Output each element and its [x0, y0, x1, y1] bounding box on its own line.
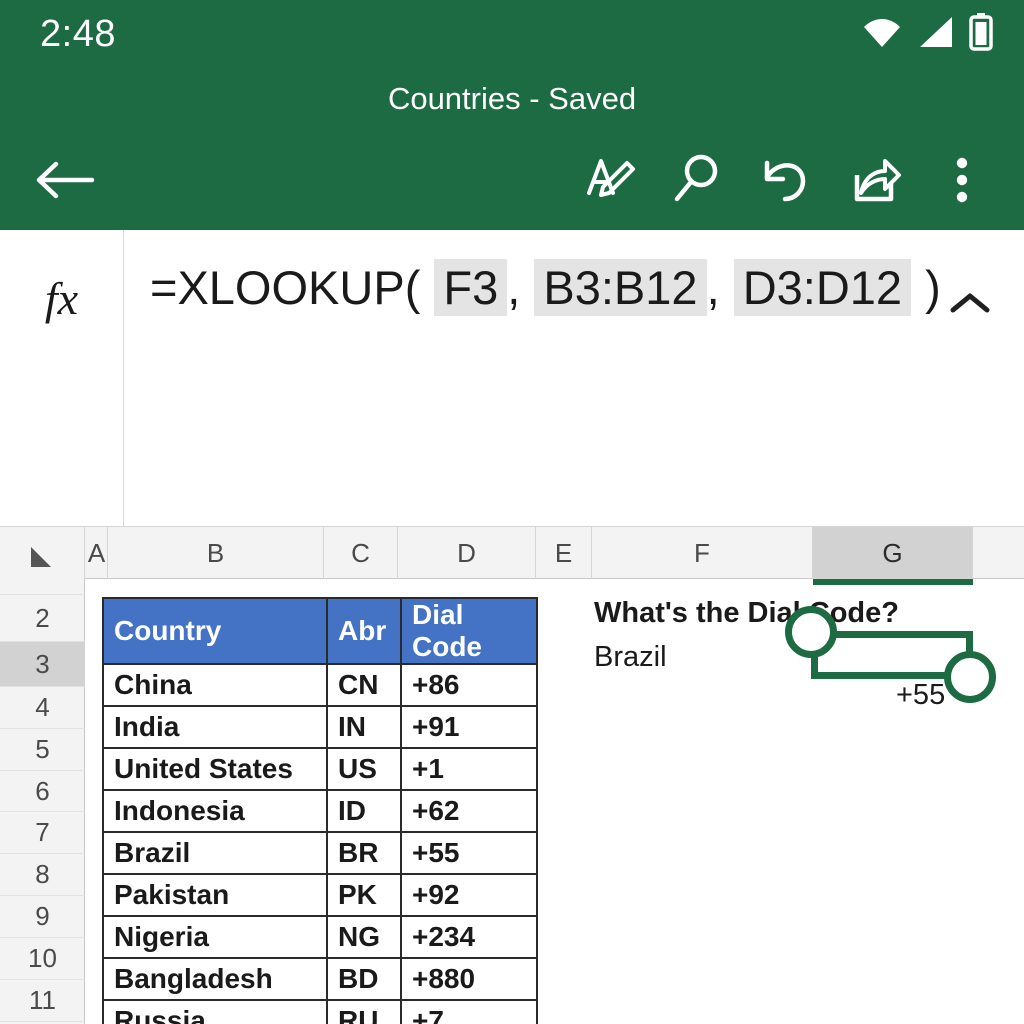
lookup-result-cell[interactable]: +55: [896, 679, 945, 712]
table-row[interactable]: Pakistan PK +92: [102, 873, 538, 917]
row-header-5[interactable]: 5: [0, 729, 85, 771]
column-header-a[interactable]: A: [86, 527, 108, 579]
overflow-menu-icon[interactable]: [918, 149, 1006, 211]
cell-abr[interactable]: RU: [326, 999, 402, 1024]
formula-segment-comma-1: ,: [507, 261, 521, 314]
cell-signal-icon: [916, 15, 954, 54]
share-icon[interactable]: [830, 149, 918, 211]
row-header-8[interactable]: 8: [0, 854, 85, 896]
cell-abr[interactable]: ID: [326, 789, 402, 833]
cell-country[interactable]: India: [102, 705, 328, 749]
row-header-2[interactable]: 2: [0, 595, 85, 642]
cell-dial[interactable]: +86: [400, 663, 538, 707]
status-icons: [862, 12, 994, 56]
wifi-icon: [862, 15, 902, 54]
table-row[interactable]: United States US +1: [102, 747, 538, 791]
chevron-up-icon[interactable]: [944, 278, 996, 330]
table-header-dial-code[interactable]: Dial Code: [400, 597, 538, 665]
table-row[interactable]: Bangladesh BD +880: [102, 957, 538, 1001]
cell-dial[interactable]: +92: [400, 873, 538, 917]
app-toolbar: [0, 130, 1024, 230]
table-header-country[interactable]: Country: [102, 597, 328, 665]
table-header-abr[interactable]: Abr: [326, 597, 402, 665]
cell-abr[interactable]: NG: [326, 915, 402, 959]
formula-token-return-array[interactable]: D3:D12: [733, 259, 912, 316]
cell-abr[interactable]: BR: [326, 831, 402, 875]
cell-dial[interactable]: +91: [400, 705, 538, 749]
cell-abr[interactable]: PK: [326, 873, 402, 917]
fx-symbol: fx: [0, 230, 124, 527]
cell-country[interactable]: Indonesia: [102, 789, 328, 833]
countries-table: Country Abr Dial Code China CN +86 India…: [102, 597, 538, 1024]
cell-dial[interactable]: +55: [400, 831, 538, 875]
cell-dial[interactable]: +234: [400, 915, 538, 959]
table-row[interactable]: India IN +91: [102, 705, 538, 749]
column-header-c[interactable]: C: [324, 527, 398, 579]
table-row[interactable]: Russia RU +7: [102, 999, 538, 1024]
formula-input[interactable]: =XLOOKUP( F3, B3:B12, D3:D12 ): [124, 230, 1024, 527]
formula-segment-open: =XLOOKUP(: [150, 261, 421, 314]
spreadsheet-grid[interactable]: A B C D E F G 2 3 4 5 6 7 8 9 10 11 Coun…: [0, 527, 1024, 1024]
undo-icon[interactable]: [742, 149, 830, 211]
table-row[interactable]: Nigeria NG +234: [102, 915, 538, 959]
column-header-d[interactable]: D: [398, 527, 536, 579]
column-header-h[interactable]: [973, 527, 1024, 579]
cell-abr[interactable]: BD: [326, 957, 402, 1001]
search-icon[interactable]: [654, 149, 742, 211]
row-header-10[interactable]: 10: [0, 938, 85, 980]
cell-country[interactable]: Nigeria: [102, 915, 328, 959]
back-button[interactable]: [30, 157, 100, 203]
row-header-7[interactable]: 7: [0, 812, 85, 854]
column-header-b[interactable]: B: [108, 527, 324, 579]
cell-country[interactable]: Bangladesh: [102, 957, 328, 1001]
row-header-4[interactable]: 4: [0, 687, 85, 729]
cell-dial[interactable]: +7: [400, 999, 538, 1024]
row-header-6[interactable]: 6: [0, 771, 85, 812]
formula-bar[interactable]: fx =XLOOKUP( F3, B3:B12, D3:D12 ): [0, 230, 1024, 527]
column-header-row: A B C D E F G: [0, 527, 1024, 585]
table-row[interactable]: Indonesia ID +62: [102, 789, 538, 833]
cell-dial[interactable]: +1: [400, 747, 538, 791]
column-header-g[interactable]: G: [813, 527, 973, 579]
table-header-row: Country Abr Dial Code: [102, 597, 538, 665]
row-header-column: 2 3 4 5 6 7 8 9 10 11: [0, 579, 85, 1024]
formula-segment-close: ): [925, 261, 941, 314]
table-row[interactable]: Brazil BR +55: [102, 831, 538, 875]
bottom-right-handle[interactable]: [944, 651, 996, 703]
table-row[interactable]: China CN +86: [102, 663, 538, 707]
battery-icon: [968, 12, 994, 56]
column-header-e[interactable]: E: [536, 527, 592, 579]
row-header-11[interactable]: 11: [0, 980, 85, 1022]
excel-mobile-screen: 2:48 Countries - Saved fx =XLOOKUP(F3 ,…: [0, 0, 1024, 1024]
title-bar: Countries - Saved: [0, 68, 1024, 130]
cell-country[interactable]: China: [102, 663, 328, 707]
cell-country[interactable]: Brazil: [102, 831, 328, 875]
formula-segment-comma-2: ,: [706, 261, 720, 314]
top-left-handle[interactable]: [785, 606, 837, 658]
cell-country[interactable]: Russia: [102, 999, 328, 1024]
cell-abr[interactable]: US: [326, 747, 402, 791]
formula-token-lookup-value[interactable]: F3: [434, 259, 508, 316]
cell-dial[interactable]: +880: [400, 957, 538, 1001]
status-clock: 2:48: [40, 12, 116, 55]
row-header-3[interactable]: 3: [0, 642, 85, 687]
row-header-9[interactable]: 9: [0, 896, 85, 938]
cell-country[interactable]: United States: [102, 747, 328, 791]
cell-country[interactable]: Pakistan: [102, 873, 328, 917]
status-bar: 2:48: [0, 0, 1024, 68]
row-header-partial[interactable]: [0, 565, 85, 595]
column-header-f[interactable]: F: [592, 527, 813, 579]
cell-abr[interactable]: CN: [326, 663, 402, 707]
edit-icon[interactable]: [566, 149, 654, 211]
cell-dial[interactable]: +62: [400, 789, 538, 833]
document-title: Countries - Saved: [387, 81, 637, 116]
cell-abr[interactable]: IN: [326, 705, 402, 749]
formula-token-lookup-array[interactable]: B3:B12: [534, 259, 707, 316]
